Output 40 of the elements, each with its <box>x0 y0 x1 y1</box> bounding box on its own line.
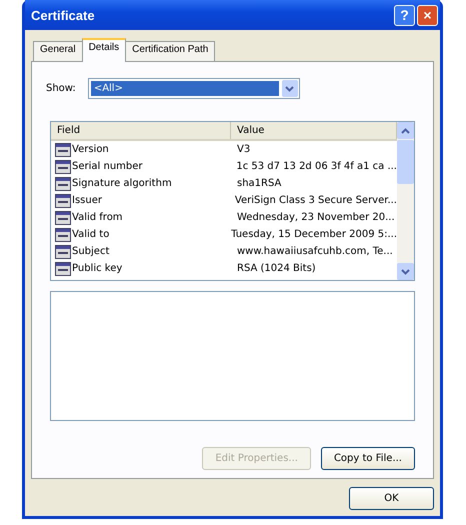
field-name: Signature algorithm <box>72 178 172 189</box>
field-icon <box>55 210 71 224</box>
field-name: Valid from <box>72 212 123 223</box>
detail-box[interactable] <box>50 291 415 421</box>
help-button[interactable]: ? <box>394 4 415 26</box>
tab[interactable]: Details <box>82 38 126 62</box>
field-name: Serial number <box>72 161 143 172</box>
copy-to-file-button[interactable]: Copy to File... <box>320 447 415 470</box>
field-value: sha1RSA <box>236 178 282 189</box>
field-value: Wednesday, 23 November 20... <box>236 212 396 223</box>
tab[interactable]: Certification Path <box>125 41 216 61</box>
field-value: 1c 53 d7 13 2d 06 3f 4f a1 ca ... <box>235 161 397 172</box>
close-button[interactable]: × <box>417 4 438 26</box>
tab[interactable]: General <box>33 41 83 61</box>
scrollbar[interactable] <box>397 122 414 280</box>
field-name: Version <box>72 144 109 155</box>
column-header[interactable]: Field <box>51 122 231 139</box>
field-name: Subject <box>72 246 110 257</box>
field-value: RSA (1024 Bits) <box>236 263 317 274</box>
field-icon <box>55 244 71 258</box>
show-label: Show: <box>46 83 76 94</box>
field-name: Public key <box>72 263 122 274</box>
field-icon <box>55 176 71 190</box>
field-icon <box>55 142 71 156</box>
ok-button[interactable]: OK <box>349 487 434 510</box>
field-icon <box>55 228 71 242</box>
scroll-up-icon[interactable] <box>397 122 414 139</box>
field-icon <box>55 160 71 174</box>
scroll-thumb[interactable] <box>397 140 414 184</box>
show-dropdown[interactable]: <All> <box>88 78 300 99</box>
window-title: Certificate <box>31 8 95 22</box>
field-value: V3 <box>236 144 252 155</box>
field-value: Tuesday, 15 December 2009 5:... <box>230 229 397 240</box>
field-name: Issuer <box>72 195 102 206</box>
field-icon <box>55 194 71 208</box>
field-value: VeriSign Class 3 Secure Server... <box>234 195 397 206</box>
scroll-down-icon[interactable] <box>397 263 414 280</box>
field-icon <box>55 262 71 276</box>
field-value: www.hawaiiusafcuhb.com, Te... <box>236 246 394 257</box>
field-name: Valid to <box>72 229 110 240</box>
